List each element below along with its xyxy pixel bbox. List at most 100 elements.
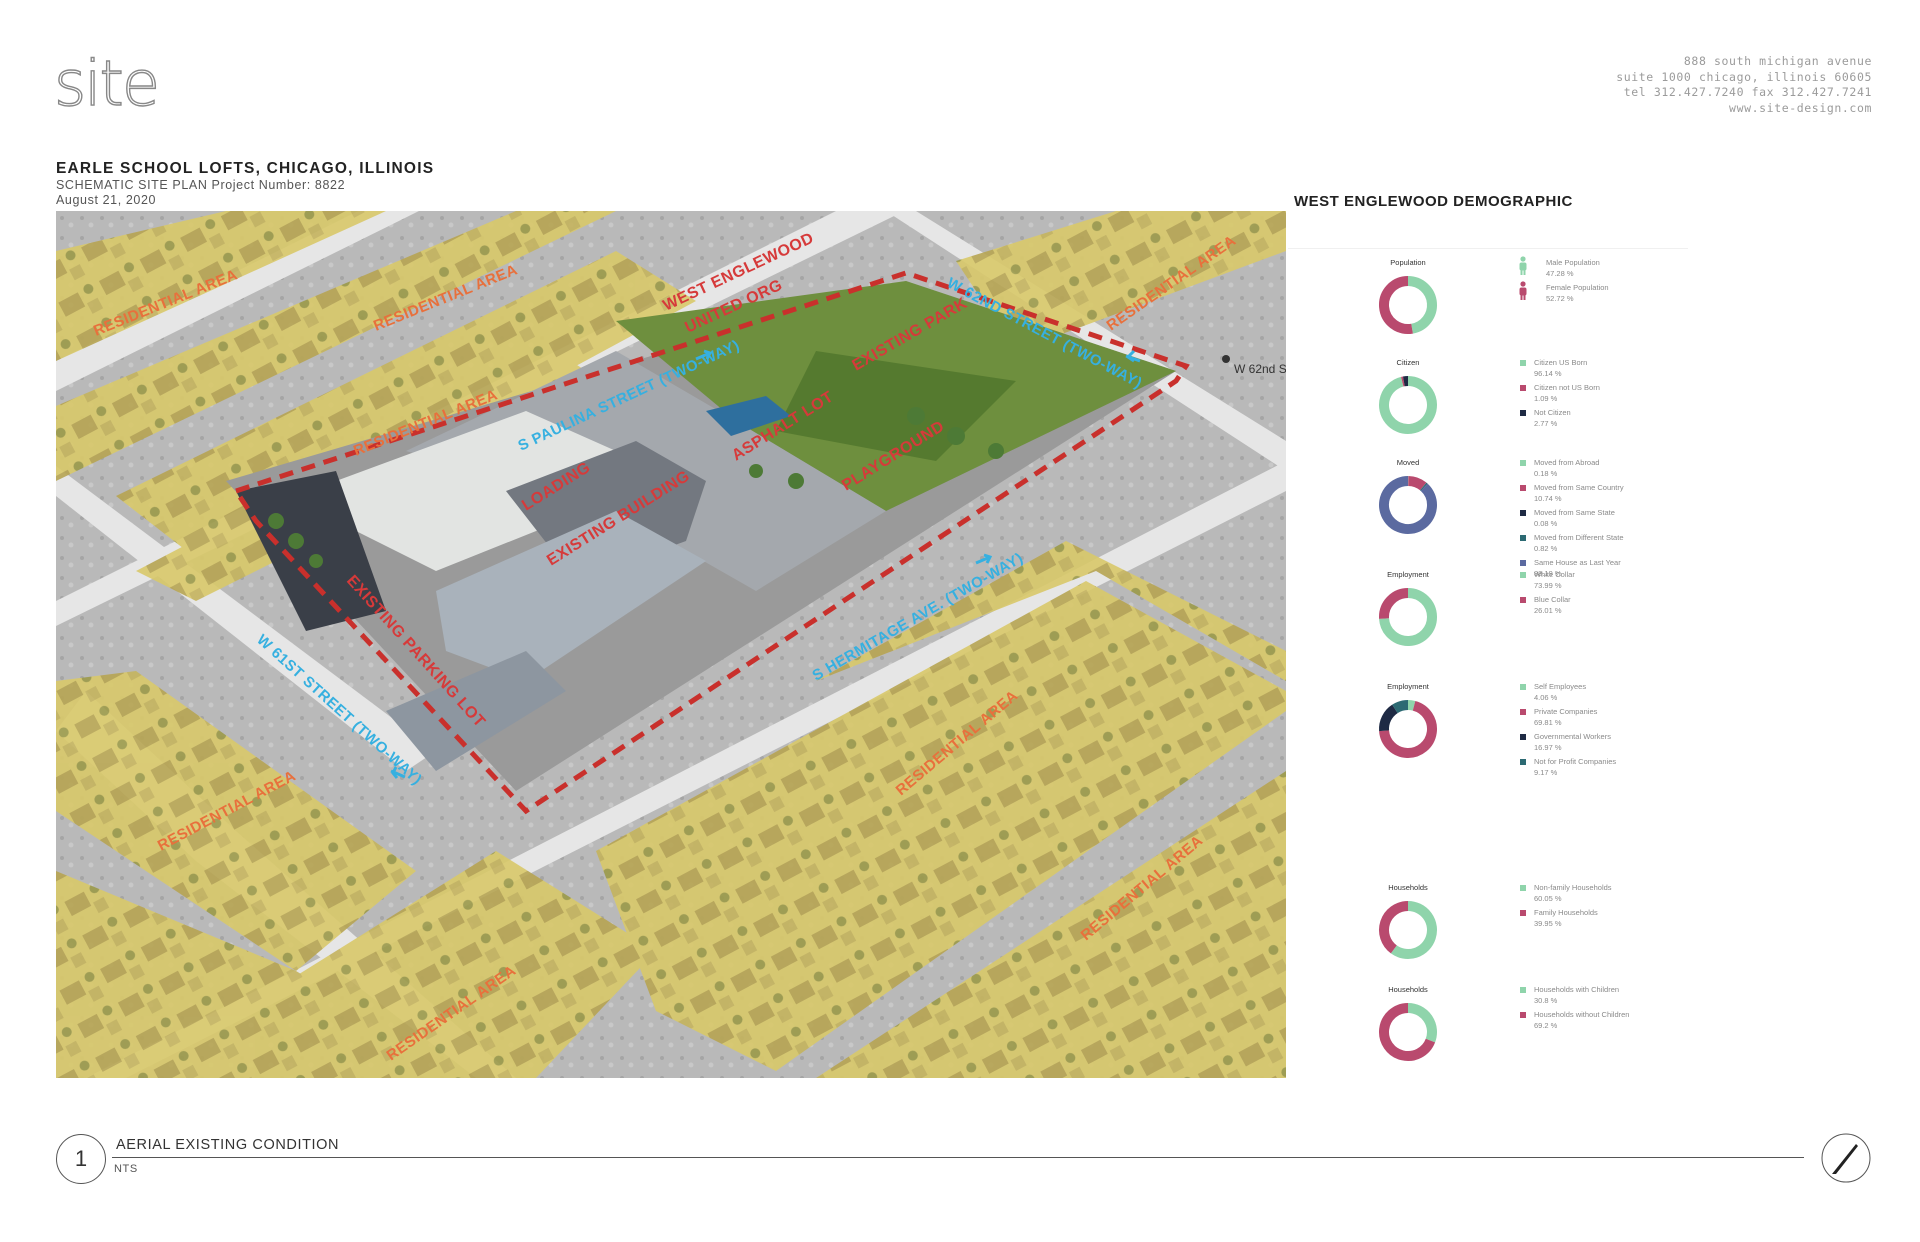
donut-slice <box>1407 476 1427 491</box>
legend-item: Moved from Same Country 10.74 % <box>1520 483 1624 508</box>
legend-swatch <box>1520 385 1526 391</box>
donut-chart-label: Citizen <box>1396 358 1420 367</box>
donut-slice <box>1407 1003 1437 1043</box>
address-website: www.site-design.com <box>1729 100 1872 115</box>
donut-slice <box>1379 376 1437 434</box>
legend-label: Governmental Workers <box>1534 732 1611 741</box>
donut-slice <box>1392 700 1409 714</box>
logo-wordmark: site <box>53 47 160 120</box>
aerial-map-svg: W 62nd St RESIDENTIAL AREA RESIDENTIAL A… <box>56 211 1286 1078</box>
donut-legend: White Collar 73.99 % Blue Collar 26.01 % <box>1520 570 1575 620</box>
legend-item: Self Employees 4.06 % <box>1520 682 1616 707</box>
legend-value: 52.72 % <box>1546 294 1574 303</box>
legend-item: Households with Children 30.8 % <box>1520 985 1629 1010</box>
w62nd-pin-label: W 62nd St <box>1234 362 1286 376</box>
donut-legend: Citizen US Born 96.14 % Citizen not US Bor… <box>1520 358 1600 433</box>
donut-legend: Non-family Households 60.05 % Family House… <box>1520 883 1612 933</box>
legend-item: Citizen not US Born 1.09 % <box>1520 383 1600 408</box>
legend-item: Moved from Abroad 0.18 % <box>1520 458 1624 483</box>
legend-value: 0.82 % <box>1534 544 1558 553</box>
address-street: 888 south michigan avenue <box>1683 54 1872 68</box>
legend-value: 9.17 % <box>1534 768 1558 777</box>
legend-item: Blue Collar 26.01 % <box>1520 595 1575 620</box>
demographic-title: WEST ENGLEWOOD DEMOGRAPHIC <box>1294 193 1573 210</box>
donut-slice <box>1379 901 1409 954</box>
legend-label: Family Households <box>1534 908 1598 917</box>
donut-slice <box>1379 588 1409 619</box>
site-logo: site <box>53 47 174 120</box>
male-icon <box>1516 256 1530 278</box>
legend-label: Female Population <box>1546 283 1609 292</box>
legend-swatch <box>1520 684 1526 690</box>
legend-item: Governmental Workers 16.97 % <box>1520 732 1616 757</box>
donut-legend: Self Employees 4.06 % Private Companies 69.… <box>1520 682 1616 782</box>
legend-label: Non-family Households <box>1534 883 1612 892</box>
donut-slice <box>1379 276 1413 334</box>
donut-legend: Male Population 47.28 % Female Population 5… <box>1519 256 1609 308</box>
legend-swatch <box>1520 510 1526 516</box>
legend-label: Citizen US Born <box>1534 358 1588 367</box>
view-title: AERIAL EXISTING CONDITION <box>116 1137 340 1153</box>
legend-item: White Collar 73.99 % <box>1520 570 1575 595</box>
donut-slice <box>1379 476 1437 534</box>
legend-item: Private Companies 69.81 % <box>1520 707 1616 732</box>
legend-swatch <box>1520 535 1526 541</box>
project-date: August 21, 2020 <box>56 193 157 207</box>
legend-label: Households without Children <box>1534 1010 1630 1019</box>
legend-label: Moved from Different State <box>1534 533 1624 542</box>
legend-item: Not for Profit Companies 9.17 % <box>1520 757 1616 782</box>
donut-slice <box>1379 704 1398 732</box>
project-title: EARLE SCHOOL LOFTS, CHICAGO, ILLINOIS <box>56 160 435 177</box>
address-city: suite 1000 chicago, illinois 60605 <box>1616 69 1872 84</box>
legend-item: Male Population 47.28 % <box>1519 256 1609 283</box>
donut-chart-label: Employment <box>1387 570 1429 579</box>
donut-chart-label: Employment <box>1387 682 1429 691</box>
legend-label: Not Citizen <box>1534 408 1571 417</box>
north-arrow-icon <box>1821 1133 1871 1183</box>
legend-value: 47.28 % <box>1546 269 1574 278</box>
legend-item: Households without Children 69.2 % <box>1520 1010 1629 1035</box>
legend-value: 4.06 % <box>1534 693 1558 702</box>
legend-swatch <box>1520 734 1526 740</box>
legend-item: Female Population 52.72 % <box>1519 281 1609 308</box>
legend-swatch <box>1520 1012 1526 1018</box>
donut-chart-label: Moved <box>1396 458 1420 467</box>
legend-value: 30.8 % <box>1534 996 1558 1005</box>
legend-swatch <box>1520 885 1526 891</box>
legend-value: 69.81 % <box>1534 718 1562 727</box>
legend-item: Citizen US Born 96.14 % <box>1520 358 1600 383</box>
legend-label: Households with Children <box>1534 985 1620 994</box>
project-subtitle: SCHEMATIC SITE PLAN Project Number: 8822 <box>56 178 346 192</box>
donut-slice <box>1420 482 1428 492</box>
view-title-rule <box>112 1157 1804 1158</box>
legend-item: Not Citizen 2.77 % <box>1520 408 1600 433</box>
legend-value: 69.2 % <box>1534 1021 1558 1030</box>
donut-chart <box>1379 901 1437 959</box>
aerial-site-map: W 62nd St RESIDENTIAL AREA RESIDENTIAL A… <box>56 211 1286 1078</box>
donut-chart-label: Population <box>1390 258 1426 267</box>
legend-value: 26.01 % <box>1534 606 1562 615</box>
donut-chart-label: Households <box>1388 985 1428 994</box>
legend-value: 2.77 % <box>1534 419 1558 428</box>
legend-value: 10.74 % <box>1534 494 1562 503</box>
donut-slice <box>1407 700 1416 711</box>
legend-swatch <box>1520 709 1526 715</box>
legend-label: Moved from Abroad <box>1534 458 1600 467</box>
legend-swatch <box>1520 485 1526 491</box>
donut-chart <box>1379 376 1437 434</box>
legend-label: Self Employees <box>1534 682 1587 691</box>
donut-chart-label: Households <box>1388 883 1428 892</box>
legend-item: Moved from Different State 0.82 % <box>1520 533 1624 558</box>
donut-slice <box>1390 901 1437 959</box>
legend-swatch <box>1520 910 1526 916</box>
legend-item: Moved from Same State 0.08 % <box>1520 508 1624 533</box>
legend-label: Moved from Same Country <box>1534 483 1624 492</box>
address-phone: tel 312.427.7240 fax 312.427.7241 <box>1623 85 1872 99</box>
legend-swatch <box>1520 597 1526 603</box>
legend-label: Blue Collar <box>1534 595 1571 604</box>
donut-legend: Households with Children 30.8 % Households… <box>1520 985 1629 1035</box>
legend-label: Private Companies <box>1534 707 1598 716</box>
legend-value: 60.05 % <box>1534 894 1562 903</box>
donut-legend: Moved from Abroad 0.18 % Moved from Same C… <box>1520 458 1624 583</box>
donut-slice <box>1407 276 1437 334</box>
